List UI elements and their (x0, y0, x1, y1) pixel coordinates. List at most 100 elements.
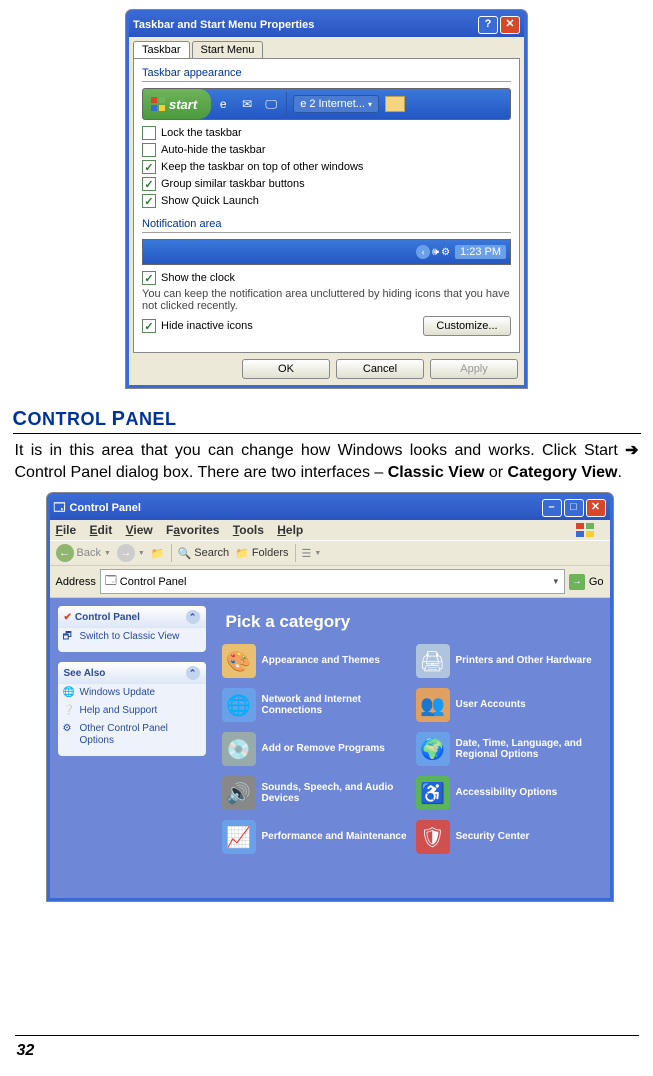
group-notification-area: Notification area (142, 216, 511, 233)
toolbar: ←Back▼ →▼ 📁 🔍Search 📁Folders ☰▼ (50, 540, 610, 566)
category-accessibility-options[interactable]: ♿Accessibility Options (416, 776, 602, 810)
switch-view-icon: 🗗 (63, 631, 75, 643)
category-icon: 🔊 (222, 776, 256, 810)
category-add-or-remove-programs[interactable]: 💿Add or Remove Programs (222, 732, 408, 766)
forward-arrow-icon: → (117, 544, 135, 562)
category-security-center[interactable]: 🛡Security Center (416, 820, 602, 854)
dialog-button-row: OK Cancel Apply (129, 353, 524, 385)
check-hide-inactive[interactable]: ✓Hide inactive icons (142, 319, 423, 333)
cp-titlebar[interactable]: 🗔 Control Panel – □ ✕ (50, 496, 610, 520)
category-icon: 🌍 (416, 732, 450, 766)
check-show-quick-launch[interactable]: ✓Show Quick Launch (142, 194, 511, 208)
category-icon: 🖨 (416, 644, 450, 678)
views-icon: ☰ (302, 547, 312, 560)
taskbar-app-preview: e 2 Internet... ▾ (293, 95, 379, 113)
ie-small-icon: e (300, 98, 306, 110)
page-number: 32 (17, 1042, 35, 1060)
category-date-time-language-and-regional-options[interactable]: 🌍Date, Time, Language, and Regional Opti… (416, 732, 602, 766)
category-icon: 👥 (416, 688, 450, 722)
search-icon: 🔍 (178, 547, 192, 560)
ok-button[interactable]: OK (242, 359, 330, 379)
address-field[interactable]: 🗔 Control Panel ▼ (100, 569, 565, 594)
category-icon: 🎨 (222, 644, 256, 678)
dialog-tabs: Taskbar Start Menu (129, 37, 524, 58)
switch-classic-view-link[interactable]: 🗗 Switch to Classic View (58, 628, 206, 646)
side-panel-see-also: See Also ⌃ 🌐Windows Update ❔Help and Sup… (58, 662, 206, 756)
forward-button[interactable]: →▼ (117, 544, 145, 562)
check-show-clock[interactable]: ✓Show the clock (142, 271, 511, 285)
go-button[interactable]: → (569, 574, 585, 590)
dropdown-icon: ▼ (138, 550, 145, 557)
folders-icon: 📁 (235, 547, 249, 560)
group-taskbar-appearance: Taskbar appearance (142, 65, 511, 82)
check-keep-the-taskbar-on-top-of-other-windows[interactable]: ✓Keep the taskbar on top of other window… (142, 160, 511, 174)
customize-button[interactable]: Customize... (423, 316, 511, 336)
taskbar-properties-dialog: Taskbar and Start Menu Properties ? ✕ Ta… (126, 10, 527, 388)
tray-clock: 1:23 PM (455, 245, 506, 259)
category-printers-and-other-hardware[interactable]: 🖨Printers and Other Hardware (416, 644, 602, 678)
maximize-button[interactable]: □ (564, 499, 584, 517)
gear-icon: ⚙ (63, 723, 75, 735)
category-icon: 💿 (222, 732, 256, 766)
close-button[interactable]: ✕ (586, 499, 606, 517)
back-button[interactable]: ←Back▼ (56, 544, 111, 562)
body-paragraph: It is in this area that you can change h… (15, 440, 639, 483)
category-appearance-and-themes[interactable]: 🎨Appearance and Themes (222, 644, 408, 678)
link-other-cp-options[interactable]: ⚙Other Control Panel Options (58, 720, 206, 750)
category-icon: 🛡 (416, 820, 450, 854)
ie-icon: e (214, 95, 232, 113)
up-button[interactable]: 📁 (151, 547, 165, 560)
check-group-similar-taskbar-buttons[interactable]: ✓Group similar taskbar buttons (142, 177, 511, 191)
menu-favorites[interactable]: Favorites (166, 523, 219, 537)
chevron-down-icon: ▾ (368, 100, 372, 109)
address-bar: Address 🗔 Control Panel ▼ → Go (50, 566, 610, 598)
menu-help[interactable]: Help (277, 523, 303, 537)
close-button[interactable]: ✕ (500, 16, 520, 34)
windows-flag-icon (576, 523, 594, 537)
menu-edit[interactable]: Edit (90, 523, 113, 537)
category-user-accounts[interactable]: 👥User Accounts (416, 688, 602, 722)
check-auto-hide-the-taskbar[interactable]: ✓Auto-hide the taskbar (142, 143, 511, 157)
dialog-titlebar[interactable]: Taskbar and Start Menu Properties ? ✕ (129, 13, 524, 37)
cp-icon: 🗔 (54, 499, 66, 518)
minimize-button[interactable]: – (542, 499, 562, 517)
tab-taskbar[interactable]: Taskbar (133, 41, 190, 58)
link-help-support[interactable]: ❔Help and Support (58, 702, 206, 720)
cancel-button[interactable]: Cancel (336, 359, 424, 379)
dropdown-icon[interactable]: ▼ (552, 577, 560, 586)
pick-category-heading: Pick a category (226, 612, 602, 632)
notification-preview: ‹ 🕪 ⚙ 1:23 PM (142, 239, 511, 265)
side-panel-control-panel: ✔Control Panel ⌃ 🗗 Switch to Classic Vie… (58, 606, 206, 652)
dialog-title: Taskbar and Start Menu Properties (133, 19, 314, 31)
category-icon: 📈 (222, 820, 256, 854)
search-button[interactable]: 🔍Search (178, 547, 230, 560)
desktop-icon: 🖵 (262, 95, 280, 113)
help-icon: ❔ (63, 705, 75, 717)
arrow-icon: ➔ (625, 442, 638, 459)
folders-button[interactable]: 📁Folders (235, 547, 288, 560)
tray-expand-icon: ‹ (416, 245, 430, 259)
start-button-preview: start (143, 89, 211, 119)
notification-help-text: You can keep the notification area unclu… (142, 288, 511, 312)
menu-tools[interactable]: Tools (233, 523, 264, 537)
back-arrow-icon: ← (56, 544, 74, 562)
cp-small-icon: 🗔 (105, 572, 117, 591)
category-performance-and-maintenance[interactable]: 📈Performance and Maintenance (222, 820, 408, 854)
menu-view[interactable]: View (126, 523, 153, 537)
views-button[interactable]: ☰▼ (302, 547, 322, 560)
category-icon: 🌐 (222, 688, 256, 722)
taskbar-preview: start e ✉ 🖵 e 2 Internet... ▾ (142, 88, 511, 120)
cp-main-area: Pick a category 🎨Appearance and Themes🖨P… (214, 598, 610, 898)
menu-bar[interactable]: File Edit View Favorites Tools Help (50, 520, 610, 540)
category-network-and-internet-connections[interactable]: 🌐Network and Internet Connections (222, 688, 408, 722)
menu-file[interactable]: File (56, 523, 77, 537)
collapse-icon[interactable]: ⌃ (186, 666, 200, 680)
category-sounds-speech-and-audio-devices[interactable]: 🔊Sounds, Speech, and Audio Devices (222, 776, 408, 810)
collapse-icon[interactable]: ⌃ (186, 610, 200, 624)
apply-button[interactable]: Apply (430, 359, 518, 379)
help-button[interactable]: ? (478, 16, 498, 34)
link-windows-update[interactable]: 🌐Windows Update (58, 684, 206, 702)
check-lock-the-taskbar[interactable]: ✓Lock the taskbar (142, 126, 511, 140)
tab-start-menu[interactable]: Start Menu (192, 41, 264, 58)
category-icon: ♿ (416, 776, 450, 810)
